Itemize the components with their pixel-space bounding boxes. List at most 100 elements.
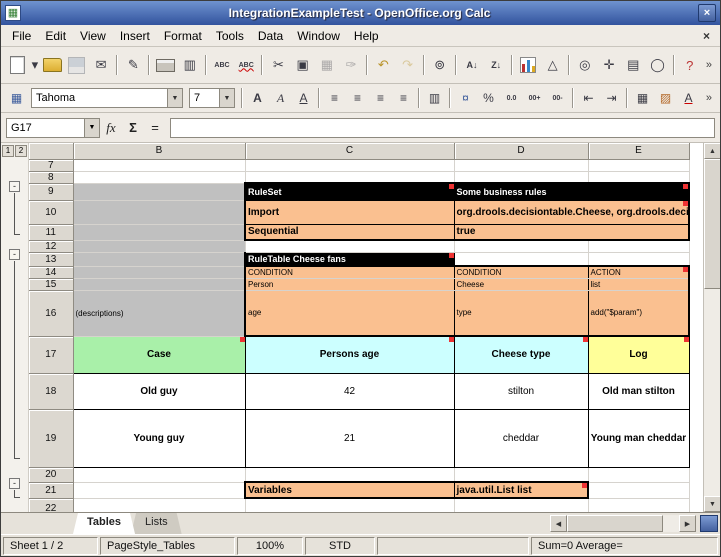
draw-functions-icon[interactable]: △ [542, 53, 564, 77]
cell-C13[interactable]: RuleTable Cheese fans [245, 252, 454, 266]
cell-B15[interactable] [73, 278, 245, 290]
row-header-11[interactable]: 11 [29, 224, 73, 240]
cell-D8[interactable] [454, 171, 588, 183]
cell-E14[interactable]: ACTION [588, 266, 689, 278]
cell-D19[interactable]: cheddar [454, 409, 588, 467]
decrease-indent-icon[interactable]: ⇤ [578, 88, 599, 109]
cell-B8[interactable] [73, 171, 245, 183]
cell-D14[interactable]: CONDITION [454, 266, 588, 278]
hyperlink-icon[interactable]: ⊚ [429, 53, 451, 77]
cell-D10[interactable]: org.drools.decisiontable.Cheese, org.dro… [454, 200, 689, 224]
status-selection-mode[interactable]: STD [305, 537, 375, 555]
copy-icon[interactable]: ▣ [292, 53, 314, 77]
menu-file[interactable]: File [5, 27, 38, 45]
undo-icon[interactable]: ↶ [372, 53, 394, 77]
print-icon[interactable] [154, 53, 176, 77]
sheet-tab-lists[interactable]: Lists [131, 513, 182, 534]
font-size-combo[interactable]: 7 ▼ [189, 88, 235, 108]
navigator-icon[interactable]: ✛ [598, 53, 620, 77]
title-bar[interactable]: ▦ IntegrationExampleTest - OpenOffice.or… [1, 1, 720, 25]
toolbar-overflow-icon[interactable]: » [702, 59, 716, 71]
status-zoom[interactable]: 100% [237, 537, 303, 555]
cell-E17[interactable]: Log [588, 336, 689, 373]
help-icon[interactable]: ? [679, 53, 701, 77]
cell-C20[interactable] [245, 467, 454, 482]
collapse-group-1-button[interactable]: - [9, 181, 20, 192]
cell-D12[interactable] [454, 240, 588, 252]
menu-insert[interactable]: Insert [113, 27, 157, 45]
cell-D11[interactable]: true [454, 224, 689, 240]
sort-ascending-icon[interactable]: A↓ [461, 53, 483, 77]
auto-spellcheck-icon[interactable]: ABC [235, 53, 257, 77]
horizontal-scroll-track[interactable] [567, 515, 679, 532]
cell-B19[interactable]: Young guy [73, 409, 245, 467]
sum-button[interactable]: Σ [122, 118, 144, 138]
cut-icon[interactable]: ✂ [267, 53, 289, 77]
cell-B18[interactable]: Old guy [73, 373, 245, 409]
outline-level-2-button[interactable]: 2 [15, 145, 27, 157]
number-standard-icon[interactable]: 0.0 [501, 88, 522, 109]
name-box-dropdown-icon[interactable]: ▼ [84, 118, 100, 138]
font-name-combo[interactable]: Tahoma ▼ [31, 88, 183, 108]
cell-C17[interactable]: Persons age [245, 336, 454, 373]
cell-E21[interactable] [588, 482, 689, 498]
cell-C10[interactable]: Import [245, 200, 454, 224]
cell-C7[interactable] [245, 159, 454, 171]
scroll-right-icon[interactable]: ▶ [679, 515, 696, 532]
cell-D20[interactable] [454, 467, 588, 482]
select-all-corner[interactable] [29, 143, 73, 159]
cell-E16[interactable]: add("$param") [588, 290, 689, 336]
row-header-21[interactable]: 21 [29, 482, 73, 498]
cell-B20[interactable] [73, 467, 245, 482]
row-header-22[interactable]: 22 [29, 498, 73, 512]
cell-B16[interactable]: (descriptions) [73, 290, 245, 336]
row-header-13[interactable]: 13 [29, 252, 73, 266]
cell-C22[interactable] [245, 498, 454, 512]
column-header-D[interactable]: D [454, 143, 588, 159]
status-sum-average[interactable]: Sum=0 Average= [531, 537, 718, 555]
vertical-scroll-track[interactable] [704, 159, 720, 496]
status-page-style[interactable]: PageStyle_Tables [100, 537, 235, 555]
redo-icon[interactable]: ↷ [396, 53, 418, 77]
edit-file-icon[interactable]: ✎ [122, 53, 144, 77]
cell-C21[interactable]: Variables [245, 482, 454, 498]
cell-B10[interactable] [73, 200, 245, 224]
cell-D21[interactable]: java.util.List list [454, 482, 588, 498]
cell-B7[interactable] [73, 159, 245, 171]
cell-C11[interactable]: Sequential [245, 224, 454, 240]
format-paintbrush-icon[interactable]: ✑ [340, 53, 362, 77]
page-preview-icon[interactable]: ▥ [179, 53, 201, 77]
cell-E19[interactable]: Young man cheddar [588, 409, 689, 467]
cell-B14[interactable] [73, 266, 245, 278]
new-document-dropdown-icon[interactable]: ▾ [30, 53, 39, 77]
insert-chart-icon[interactable] [517, 53, 539, 77]
cell-D16[interactable]: type [454, 290, 588, 336]
underline-icon[interactable]: A [293, 88, 314, 109]
row-header-7[interactable]: 7 [29, 159, 73, 171]
scroll-left-icon[interactable]: ◀ [550, 515, 567, 532]
formula-button[interactable]: = [144, 118, 166, 138]
cell-B21[interactable] [73, 482, 245, 498]
align-center-icon[interactable]: ≡ [347, 88, 368, 109]
paste-icon[interactable]: ▦ [316, 53, 338, 77]
cell-C15[interactable]: Person [245, 278, 454, 290]
font-color-icon[interactable]: A [678, 88, 699, 109]
cell-D17[interactable]: Cheese type [454, 336, 588, 373]
menu-window[interactable]: Window [290, 27, 347, 45]
column-header-C[interactable]: C [245, 143, 454, 159]
cell-D9[interactable]: Some business rules [454, 183, 689, 200]
gallery-icon[interactable]: ▤ [622, 53, 644, 77]
row-header-20[interactable]: 20 [29, 467, 73, 482]
scroll-up-icon[interactable]: ▲ [704, 143, 720, 159]
delete-decimal-icon[interactable]: 00- [547, 88, 568, 109]
font-size-value[interactable]: 7 [189, 88, 219, 108]
collapse-group-3-button[interactable]: - [9, 478, 20, 489]
cell-E20[interactable] [588, 467, 689, 482]
font-name-dropdown-icon[interactable]: ▼ [167, 88, 183, 108]
document-close-icon[interactable]: × [697, 29, 716, 43]
cell-reference-input[interactable] [6, 118, 84, 138]
find-replace-icon[interactable]: ◎ [574, 53, 596, 77]
cell-C14[interactable]: CONDITION [245, 266, 454, 278]
cell-E22[interactable] [588, 498, 689, 512]
window-close-button[interactable]: × [698, 4, 716, 22]
